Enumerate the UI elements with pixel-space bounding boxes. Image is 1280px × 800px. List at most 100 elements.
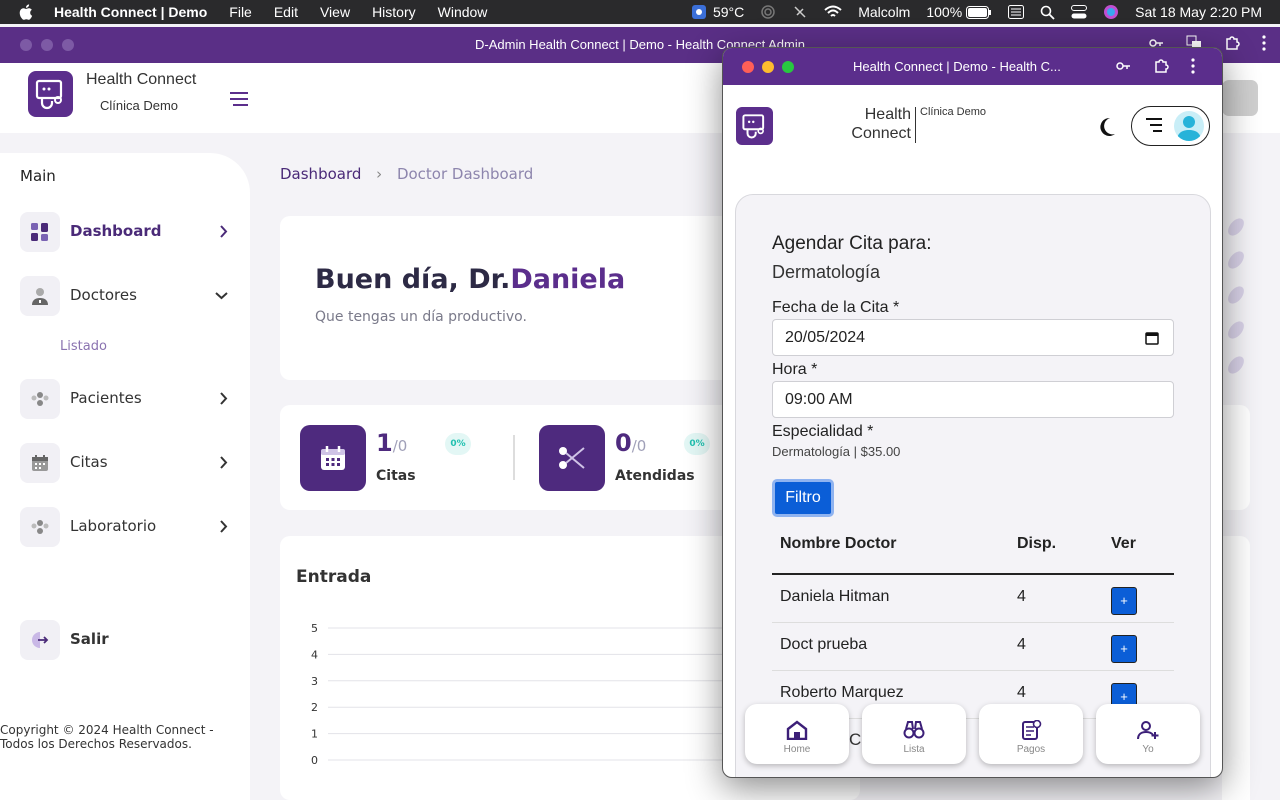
view-doctor-button[interactable]: + bbox=[1111, 635, 1137, 663]
brand-subtitle: Clínica Demo bbox=[100, 98, 179, 113]
menubar-clock[interactable]: Sat 18 May 2:20 PM bbox=[1135, 4, 1262, 20]
health-connect-logo[interactable] bbox=[736, 107, 773, 145]
wifi-icon[interactable] bbox=[824, 5, 842, 19]
more-options-icon[interactable] bbox=[1191, 58, 1195, 74]
minimize-window-button[interactable] bbox=[762, 61, 774, 73]
sidebar-item-label: Pacientes bbox=[70, 389, 142, 407]
mute-icon[interactable] bbox=[792, 4, 808, 20]
extensions-icon[interactable] bbox=[1153, 58, 1169, 74]
nav-yo[interactable]: Yo bbox=[1096, 704, 1200, 764]
breadcrumb-root-link[interactable]: Dashboard bbox=[280, 165, 361, 183]
view-doctor-button[interactable]: + bbox=[1111, 587, 1137, 615]
breadcrumb-separator-icon: › bbox=[376, 165, 383, 183]
brand-name: Health Connect bbox=[86, 71, 197, 88]
column-header-view: Ver bbox=[1111, 535, 1136, 552]
sidebar-item-laboratorio[interactable]: Laboratorio bbox=[20, 507, 232, 547]
keyboard-icon[interactable] bbox=[1008, 5, 1025, 19]
calendar-icon bbox=[321, 446, 345, 470]
laboratory-icon bbox=[31, 520, 49, 534]
macos-menubar: Health Connect | Demo File Edit View His… bbox=[0, 0, 1280, 24]
table-row: Daniela Hitman 4 + bbox=[772, 575, 1174, 623]
home-icon bbox=[786, 720, 808, 740]
popup-window-title: Health Connect | Demo - Health C... bbox=[853, 59, 1061, 74]
binoculars-icon bbox=[903, 721, 925, 739]
header-profile-button[interactable] bbox=[1222, 80, 1258, 116]
availability-cell: 4 bbox=[1017, 684, 1026, 701]
popup-brand-name: Health Connect bbox=[851, 106, 911, 142]
copyright-text: Copyright © 2024 Health Connect - Todos … bbox=[0, 723, 214, 751]
menu-edit[interactable]: Edit bbox=[274, 4, 298, 20]
menubar-user[interactable]: Malcolm bbox=[858, 4, 910, 20]
menu-window[interactable]: Window bbox=[438, 4, 488, 20]
specialty-price-note: Dermatología | $35.00 bbox=[772, 444, 901, 459]
apple-icon[interactable] bbox=[18, 3, 36, 21]
filter-button[interactable]: Filtro bbox=[772, 479, 834, 517]
moon-icon[interactable] bbox=[1098, 117, 1116, 137]
sidebar-item-citas[interactable]: Citas bbox=[20, 443, 232, 483]
sidebar-item-doctores[interactable]: Doctores bbox=[20, 276, 232, 316]
chart-y-tick-label: 1 bbox=[311, 728, 318, 741]
spotlight-search-icon[interactable] bbox=[1040, 5, 1055, 20]
weather-temp[interactable]: 59°C bbox=[713, 4, 744, 20]
leaf-decoration-icon bbox=[1228, 218, 1244, 374]
sidebar-subitem-listado[interactable]: Listado bbox=[60, 339, 107, 354]
nav-label: Yo bbox=[1142, 744, 1154, 755]
form-specialty-title: Dermatología bbox=[772, 262, 881, 282]
nav-label: Pagos bbox=[1016, 744, 1046, 755]
brand-divider bbox=[915, 107, 916, 143]
popup-titlebar: Health Connect | Demo - Health C... bbox=[723, 48, 1222, 85]
welcome-subtitle: Que tengas un día productivo. bbox=[315, 309, 527, 325]
sidebar-item-dashboard[interactable]: Dashboard bbox=[20, 212, 232, 252]
stat-label: Atendidas bbox=[615, 468, 695, 484]
sidebar-item-pacientes[interactable]: Pacientes bbox=[20, 379, 232, 419]
availability-cell: 4 bbox=[1017, 636, 1026, 653]
battery-icon[interactable] bbox=[966, 5, 992, 19]
payments-icon bbox=[1022, 720, 1042, 740]
extensions-icon[interactable] bbox=[1224, 35, 1240, 51]
menu-history[interactable]: History bbox=[372, 4, 416, 20]
password-key-icon[interactable] bbox=[1115, 58, 1131, 74]
health-connect-logo[interactable] bbox=[28, 71, 73, 117]
nav-label: Home bbox=[783, 744, 811, 755]
user-menu-toggle[interactable] bbox=[1131, 106, 1210, 146]
time-input[interactable]: 09:00 AM bbox=[772, 381, 1174, 418]
stat-label: Citas bbox=[376, 468, 416, 484]
nav-home[interactable]: Home bbox=[745, 704, 849, 764]
specialty-label: Especialidad * bbox=[772, 423, 874, 440]
control-center-icon[interactable] bbox=[1071, 5, 1088, 19]
weather-icon[interactable] bbox=[691, 4, 707, 20]
menubar-app-name[interactable]: Health Connect | Demo bbox=[54, 4, 207, 20]
stat-value: 1/0 bbox=[376, 429, 408, 457]
breadcrumb-current: Doctor Dashboard bbox=[396, 165, 534, 183]
calendar-icon bbox=[32, 455, 48, 471]
date-input[interactable]: 20/05/2024 bbox=[772, 319, 1174, 356]
sidebar-item-label: Doctores bbox=[70, 286, 137, 304]
breadcrumb: Dashboard › Doctor Dashboard bbox=[280, 165, 533, 183]
nav-pagos[interactable]: Pagos bbox=[979, 704, 1083, 764]
close-window-button[interactable] bbox=[742, 61, 754, 73]
siri-icon[interactable] bbox=[1103, 4, 1119, 20]
sidebar-section-title: Main bbox=[20, 167, 56, 185]
logout-button[interactable]: Salir bbox=[20, 620, 232, 660]
sidebar-item-label: Dashboard bbox=[70, 222, 162, 240]
doctor-name-cell: Roberto Marquez bbox=[780, 684, 904, 701]
window-controls bbox=[742, 61, 794, 73]
nav-lista[interactable]: Lista bbox=[862, 704, 966, 764]
menu-lines-icon bbox=[1146, 118, 1162, 132]
calendar-picker-icon[interactable] bbox=[1145, 331, 1159, 345]
more-options-icon[interactable] bbox=[1262, 35, 1266, 51]
add-user-icon bbox=[1137, 721, 1159, 740]
chart-y-tick-label: 2 bbox=[311, 701, 318, 714]
zoom-window-button[interactable] bbox=[782, 61, 794, 73]
chart-y-tick-label: 5 bbox=[311, 622, 318, 635]
menu-view[interactable]: View bbox=[320, 4, 350, 20]
chevron-right-icon bbox=[220, 456, 228, 469]
stat-value: 0/0 bbox=[615, 429, 647, 457]
logout-label: Salir bbox=[70, 630, 109, 648]
hamburger-menu-icon[interactable] bbox=[230, 92, 248, 106]
bottom-navigation: Home Lista Pagos Yo bbox=[745, 704, 1203, 766]
airdrop-icon[interactable] bbox=[760, 4, 776, 20]
menu-file[interactable]: File bbox=[229, 4, 252, 20]
doctor-name-cell: Daniela Hitman bbox=[780, 588, 890, 605]
doctor-name-cell: Doct prueba bbox=[780, 636, 868, 653]
